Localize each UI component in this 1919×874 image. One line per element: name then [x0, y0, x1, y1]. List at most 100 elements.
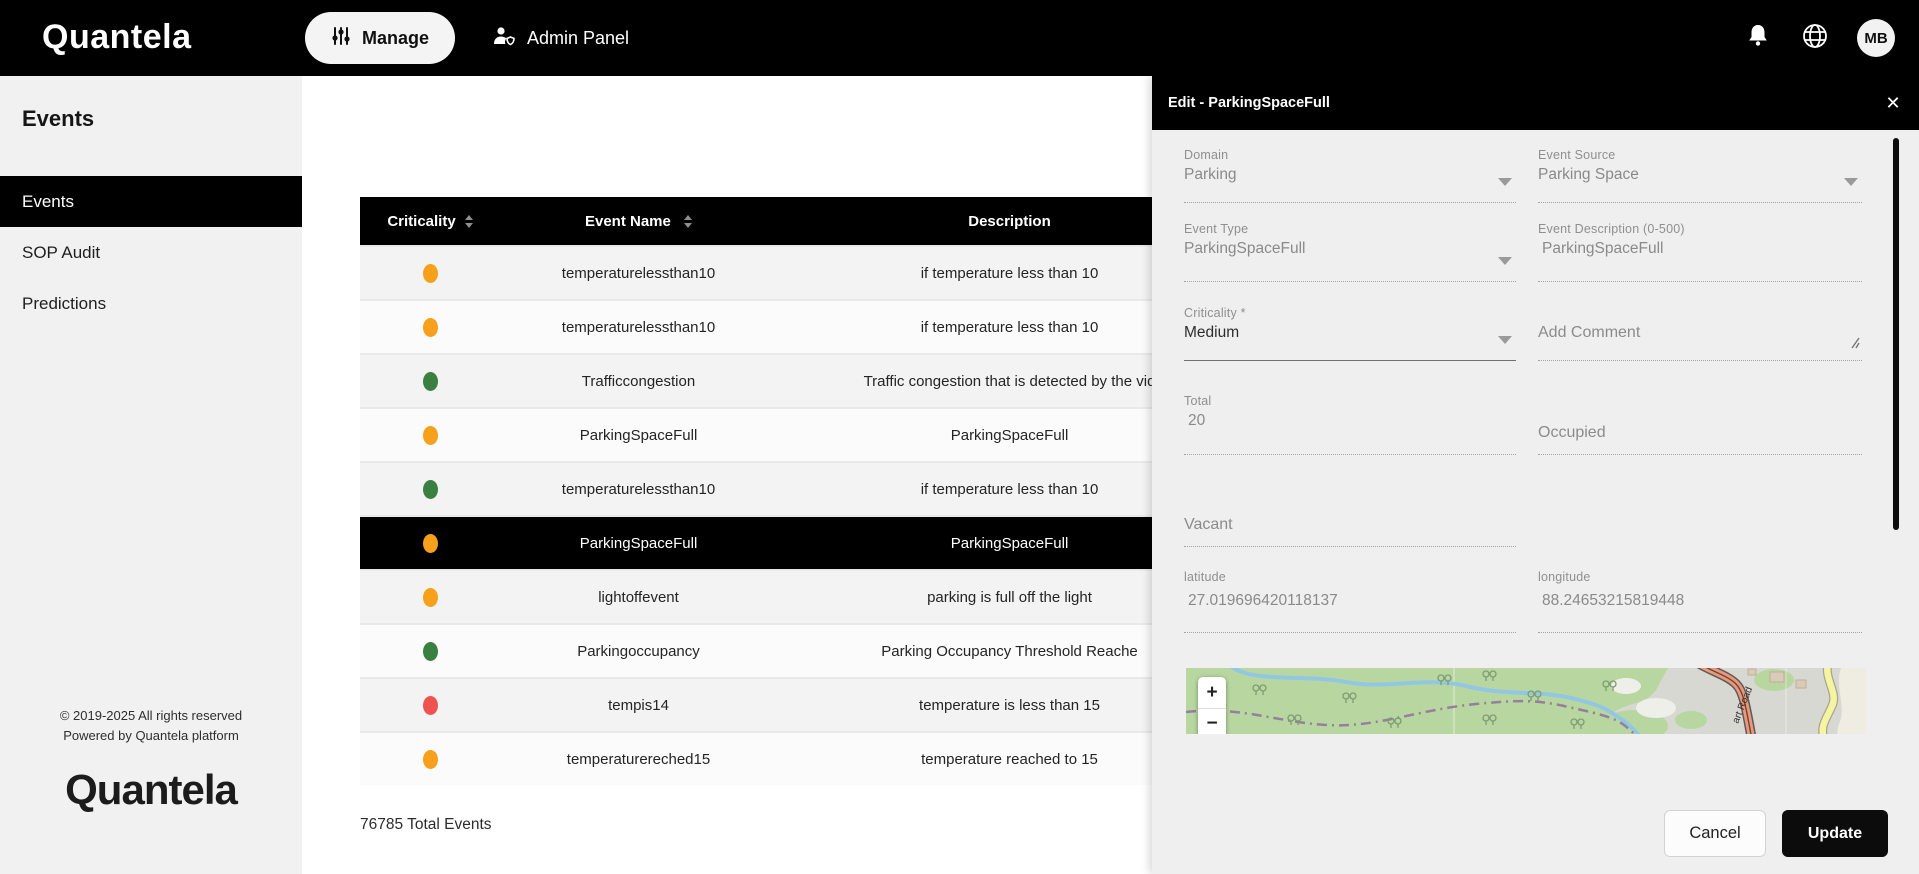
chevron-down-icon — [1498, 336, 1512, 344]
manage-button[interactable]: Manage — [305, 12, 455, 64]
notifications-button[interactable] — [1745, 0, 1771, 76]
vacant-placeholder: Vacant — [1184, 516, 1233, 534]
longitude-field[interactable]: longitude 88.24653215819448 — [1538, 570, 1862, 633]
user-avatar[interactable]: MB — [1857, 19, 1895, 57]
bell-icon — [1745, 22, 1771, 55]
event-type-select[interactable]: Event Type ParkingSpaceFull — [1184, 222, 1516, 282]
total-events-count: 76785 Total Events — [360, 816, 492, 834]
criticality-value: Medium — [1184, 324, 1516, 342]
zoom-out-button[interactable]: − — [1198, 708, 1226, 734]
table-row[interactable]: lightoffevent parking is full off the li… — [360, 569, 1154, 623]
chevron-down-icon — [1498, 257, 1512, 265]
copyright-text: © 2019-2025 All rights reserved — [0, 706, 302, 726]
occupied-placeholder: Occupied — [1538, 424, 1606, 442]
table-row[interactable]: temperaturelessthan10 if temperature les… — [360, 299, 1154, 353]
event-name-cell: temperaturelessthan10 — [500, 265, 777, 282]
map-tiles: art Road — [1186, 668, 1866, 734]
table-row[interactable]: tempis14 temperature is less than 15 — [360, 677, 1154, 731]
language-button[interactable] — [1800, 0, 1830, 76]
location-map[interactable]: art Road + − — [1186, 668, 1866, 734]
event-name-cell: ParkingSpaceFull — [500, 427, 777, 444]
chevron-down-icon — [1498, 178, 1512, 186]
event-name-cell: tempis14 — [500, 697, 777, 714]
edit-panel-header: Edit - ParkingSpaceFull ✕ — [1152, 76, 1919, 130]
sliders-icon — [331, 26, 351, 51]
table-header-row: Criticality Event Name Description — [360, 197, 1154, 245]
criticality-dot — [423, 480, 438, 499]
panel-scrollbar[interactable] — [1893, 138, 1899, 530]
event-name-cell: lightoffevent — [500, 589, 777, 606]
page-title: Events — [22, 106, 94, 132]
sidebar-footer: © 2019-2025 All rights reserved Powered … — [0, 706, 302, 746]
update-button[interactable]: Update — [1782, 810, 1888, 857]
criticality-dot — [423, 588, 438, 607]
edit-panel-title: Edit - ParkingSpaceFull — [1168, 95, 1330, 111]
table-row[interactable]: Trafficcongestion Traffic congestion tha… — [360, 353, 1154, 407]
event-description-label: Event Description (0-500) — [1538, 222, 1862, 236]
edit-event-panel: Edit - ParkingSpaceFull ✕ Domain Parking… — [1152, 76, 1919, 874]
add-comment-textarea[interactable]: Add Comment — [1538, 316, 1862, 361]
domain-select[interactable]: Domain Parking — [1184, 148, 1516, 203]
sort-icon[interactable] — [684, 215, 692, 228]
top-navigation-bar: Quantela Manage Admin Panel — [0, 0, 1919, 76]
event-name-cell: temperaturereched15 — [500, 751, 777, 768]
domain-label: Domain — [1184, 148, 1516, 162]
table-row[interactable]: Parkingoccupancy Parking Occupancy Thres… — [360, 623, 1154, 677]
event-source-label: Event Source — [1538, 148, 1862, 162]
sidebar-item-sop-audit[interactable]: SOP Audit — [0, 227, 302, 278]
table-row[interactable]: ParkingSpaceFull ParkingSpaceFull — [360, 515, 1154, 569]
admin-panel-button[interactable]: Admin Panel — [492, 0, 629, 76]
criticality-dot — [423, 696, 438, 715]
quantela-logo: Quantela — [42, 18, 191, 57]
panel-actions: Cancel Update — [1152, 810, 1919, 858]
globe-icon — [1800, 21, 1830, 56]
chevron-down-icon — [1844, 178, 1858, 186]
description-cell: ParkingSpaceFull — [777, 427, 1154, 444]
table-row[interactable]: temperaturelessthan10 if temperature les… — [360, 245, 1154, 299]
vacant-field[interactable]: Vacant — [1184, 506, 1516, 547]
sidebar: Events Events SOP Audit Predictions © 20… — [0, 76, 302, 874]
add-comment-placeholder: Add Comment — [1538, 324, 1640, 342]
total-field[interactable]: Total 20 — [1184, 394, 1516, 455]
sidebar-item-events[interactable]: Events — [0, 176, 302, 227]
sort-icon[interactable] — [465, 215, 473, 228]
cancel-button[interactable]: Cancel — [1664, 810, 1766, 857]
event-name-cell: Parkingoccupancy — [500, 643, 777, 660]
criticality-dot — [423, 750, 438, 769]
event-type-value: ParkingSpaceFull — [1184, 240, 1516, 258]
description-cell: if temperature less than 10 — [777, 481, 1154, 498]
description-cell: temperature reached to 15 — [777, 751, 1154, 768]
close-icon[interactable]: ✕ — [1881, 91, 1905, 115]
criticality-dot — [423, 264, 438, 283]
column-header-criticality[interactable]: Criticality — [360, 213, 500, 230]
criticality-dot — [423, 372, 438, 391]
table-row[interactable]: ParkingSpaceFull ParkingSpaceFull — [360, 407, 1154, 461]
description-cell: if temperature less than 10 — [777, 319, 1154, 336]
column-header-label: Event Name — [585, 213, 671, 230]
event-source-value: Parking Space — [1538, 166, 1862, 184]
zoom-in-button[interactable]: + — [1198, 677, 1226, 708]
column-header-label: Description — [968, 213, 1051, 230]
description-cell: parking is full off the light — [777, 589, 1154, 606]
column-header-event-name[interactable]: Event Name — [500, 213, 777, 230]
latitude-field[interactable]: latitude 27.019696420118137 — [1184, 570, 1516, 633]
event-source-select[interactable]: Event Source Parking Space — [1538, 148, 1862, 203]
sidebar-item-predictions[interactable]: Predictions — [0, 278, 302, 329]
column-header-description[interactable]: Description — [777, 213, 1154, 230]
criticality-dot — [423, 318, 438, 337]
total-label: Total — [1184, 394, 1516, 408]
description-cell: if temperature less than 10 — [777, 265, 1154, 282]
admin-shield-user-icon — [492, 25, 516, 52]
resize-handle-icon[interactable] — [1848, 336, 1860, 354]
table-row[interactable]: temperaturelessthan10 if temperature les… — [360, 461, 1154, 515]
event-table-body: temperaturelessthan10 if temperature les… — [360, 245, 1154, 785]
description-cell: ParkingSpaceFull — [777, 535, 1154, 552]
event-description-field[interactable]: Event Description (0-500) ParkingSpaceFu… — [1538, 222, 1862, 282]
total-value: 20 — [1184, 412, 1516, 430]
criticality-dot — [423, 534, 438, 553]
domain-value: Parking — [1184, 166, 1516, 184]
criticality-select[interactable]: Criticality * Medium — [1184, 306, 1516, 361]
longitude-value: 88.24653215819448 — [1538, 592, 1862, 610]
occupied-field[interactable]: Occupied — [1538, 408, 1862, 455]
table-row[interactable]: temperaturereched15 temperature reached … — [360, 731, 1154, 785]
